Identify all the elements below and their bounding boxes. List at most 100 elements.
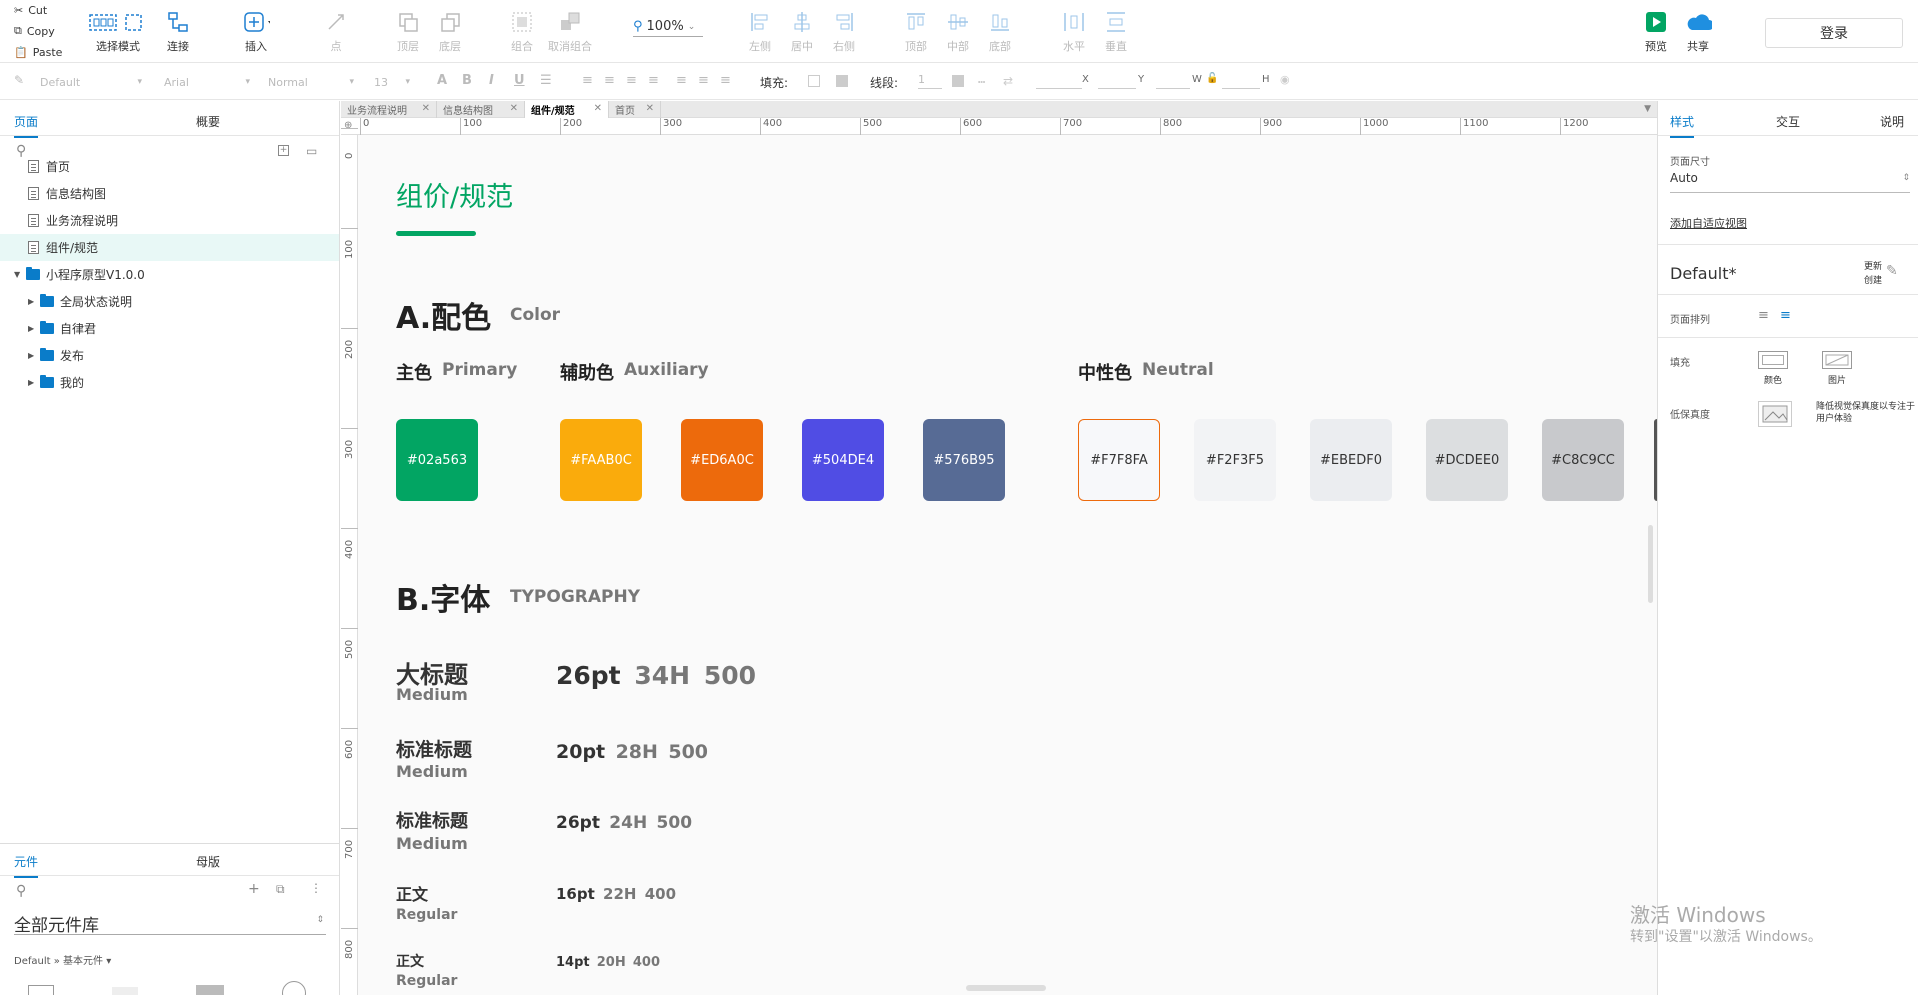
- weight-select[interactable]: Normal: [264, 71, 360, 93]
- close-icon[interactable]: ✕: [646, 103, 654, 114]
- library-breadcrumb[interactable]: Default » 基本元件 ▾: [14, 952, 111, 967]
- x-input[interactable]: [1036, 75, 1082, 89]
- update-style-link[interactable]: 更新: [1864, 259, 1882, 272]
- page-item-home[interactable]: 首页: [0, 153, 339, 180]
- folder-item-root[interactable]: ▼ 小程序原型V1.0.0: [0, 261, 339, 288]
- folder-item-mine[interactable]: ▶ 我的: [0, 369, 339, 396]
- close-icon[interactable]: ✕: [422, 103, 430, 114]
- select-mode-button[interactable]: 选择模式: [88, 8, 148, 58]
- doc-tab-home[interactable]: 首页 ✕: [609, 101, 661, 118]
- caret-right-icon[interactable]: ▶: [28, 351, 40, 360]
- doc-tab-info-structure[interactable]: 信息结构图 ✕: [437, 101, 525, 118]
- color-swatch[interactable]: #F2F3F5: [1194, 419, 1276, 501]
- tab-interaction[interactable]: 交互: [1776, 113, 1800, 130]
- fill-color-swatch[interactable]: [808, 75, 820, 87]
- canvas-horizontal-scrollbar[interactable]: [966, 985, 1046, 991]
- add-library-icon[interactable]: +: [248, 881, 260, 897]
- fill-style-icon[interactable]: [836, 75, 848, 87]
- cut-button[interactable]: ✂ Cut: [0, 0, 70, 20]
- widget-circle-thumb[interactable]: [282, 981, 306, 995]
- tab-notes[interactable]: 说明: [1880, 113, 1904, 130]
- library-select[interactable]: 全部元件库 ⇕: [14, 911, 326, 936]
- copy-button[interactable]: ⧉ Copy: [0, 21, 70, 41]
- close-icon[interactable]: ✕: [510, 103, 518, 114]
- library-copy-icon[interactable]: ⧉: [276, 882, 285, 897]
- color-swatch[interactable]: #576B95: [923, 419, 1005, 501]
- color-swatch[interactable]: #FAAB0C: [560, 419, 642, 501]
- caret-right-icon[interactable]: ▶: [28, 324, 40, 333]
- page-item-info-structure[interactable]: 信息结构图: [0, 180, 339, 207]
- font-color-icon[interactable]: A: [437, 73, 447, 88]
- color-swatch[interactable]: #504DE4: [802, 419, 884, 501]
- widget-placeholder-thumb[interactable]: [112, 987, 138, 995]
- stroke-color-icon[interactable]: [952, 75, 964, 87]
- close-icon[interactable]: ✕: [594, 103, 602, 114]
- doc-tab-business-flow[interactable]: 业务流程说明 ✕: [341, 101, 437, 118]
- stroke-width-input[interactable]: 1: [918, 73, 942, 89]
- valign-top-icon[interactable]: ≡: [676, 73, 687, 88]
- create-style-link[interactable]: 创建: [1864, 273, 1882, 286]
- visibility-icon[interactable]: ◉: [1280, 73, 1290, 86]
- tab-masters[interactable]: 母版: [196, 853, 220, 870]
- folder-item-publish[interactable]: ▶ 发布: [0, 342, 339, 369]
- edit-style-icon[interactable]: ✎: [1886, 263, 1898, 279]
- italic-icon[interactable]: I: [489, 73, 494, 88]
- bold-icon[interactable]: B: [462, 73, 472, 88]
- folder-item-global-state[interactable]: ▶ 全局状态说明: [0, 288, 339, 315]
- valign-bottom-icon[interactable]: ≡: [720, 73, 731, 88]
- underline-icon[interactable]: U: [514, 73, 525, 88]
- tab-widgets[interactable]: 元件: [14, 853, 39, 878]
- y-input[interactable]: [1098, 75, 1136, 89]
- text-align-right-icon[interactable]: ≡: [626, 73, 637, 88]
- paste-button[interactable]: 📋 Paste: [0, 42, 70, 62]
- widget-search-icon[interactable]: ⚲: [16, 883, 26, 899]
- tab-outline[interactable]: 概要: [196, 113, 220, 130]
- widget-box-thumb[interactable]: [28, 985, 54, 995]
- w-input[interactable]: [1156, 75, 1190, 89]
- page-item-business-flow[interactable]: 业务流程说明: [0, 207, 339, 234]
- tab-style[interactable]: 样式: [1670, 113, 1695, 138]
- valign-middle-icon[interactable]: ≡: [698, 73, 709, 88]
- align-right-button[interactable]: 右侧: [814, 8, 874, 58]
- fill-image-button[interactable]: [1822, 351, 1852, 369]
- color-swatch[interactable]: #F7F8FA: [1078, 419, 1160, 501]
- caret-right-icon[interactable]: ▶: [28, 297, 40, 306]
- lock-icon[interactable]: 🔓: [1206, 73, 1218, 84]
- list-icon[interactable]: ☰: [540, 73, 552, 88]
- share-button[interactable]: 共享: [1668, 8, 1728, 58]
- arrow-style-icon[interactable]: ⇄: [1003, 74, 1013, 88]
- page-size-select[interactable]: Auto ⇕: [1670, 171, 1910, 193]
- send-to-back-button[interactable]: 底层: [420, 8, 480, 58]
- doc-tab-components[interactable]: 组件/规范 ✕: [525, 101, 609, 118]
- connect-button[interactable]: 连接: [148, 8, 208, 58]
- more-icon[interactable]: ⋮: [310, 881, 322, 895]
- point-button[interactable]: 点: [306, 8, 366, 58]
- color-swatch[interactable]: #ED6A0C: [681, 419, 763, 501]
- color-swatch[interactable]: #C8C9CC: [1542, 419, 1624, 501]
- add-adaptive-view-link[interactable]: 添加自适应视图: [1670, 215, 1747, 231]
- widget-image-thumb[interactable]: [196, 985, 224, 995]
- fill-color-button[interactable]: [1758, 351, 1788, 369]
- lowfi-toggle[interactable]: [1758, 401, 1792, 427]
- distribute-vertical-button[interactable]: 垂直: [1086, 8, 1146, 58]
- folder-item-zilvjun[interactable]: ▶ 自律君: [0, 315, 339, 342]
- page-item-components[interactable]: 组件/规范: [0, 234, 339, 261]
- page-align-center-icon[interactable]: ≡: [1780, 308, 1791, 323]
- login-button[interactable]: 登录: [1765, 18, 1903, 48]
- font-size-select[interactable]: 13: [370, 71, 416, 93]
- style-select[interactable]: Default: [36, 71, 148, 93]
- stroke-pattern-icon[interactable]: ┅: [978, 75, 985, 89]
- zoom-select[interactable]: ⚲ 100% ⌄: [633, 17, 703, 37]
- align-bottom-button[interactable]: 底部: [970, 8, 1030, 58]
- caret-right-icon[interactable]: ▶: [28, 378, 40, 387]
- design-canvas[interactable]: 组价/规范 A.配色 Color 主色 Primary 辅助色 Auxiliar…: [358, 135, 1657, 995]
- color-swatch[interactable]: #EBEDF0: [1310, 419, 1392, 501]
- text-align-center-icon[interactable]: ≡: [604, 73, 615, 88]
- canvas-vertical-scrollbar[interactable]: [1648, 525, 1653, 603]
- page-align-left-icon[interactable]: ≡: [1758, 308, 1769, 323]
- caret-down-icon[interactable]: ▼: [14, 270, 26, 279]
- text-justify-icon[interactable]: ≡: [648, 73, 659, 88]
- font-select[interactable]: Arial: [160, 71, 256, 93]
- tab-pages[interactable]: 页面: [14, 113, 39, 138]
- color-swatch[interactable]: #DCDEE0: [1426, 419, 1508, 501]
